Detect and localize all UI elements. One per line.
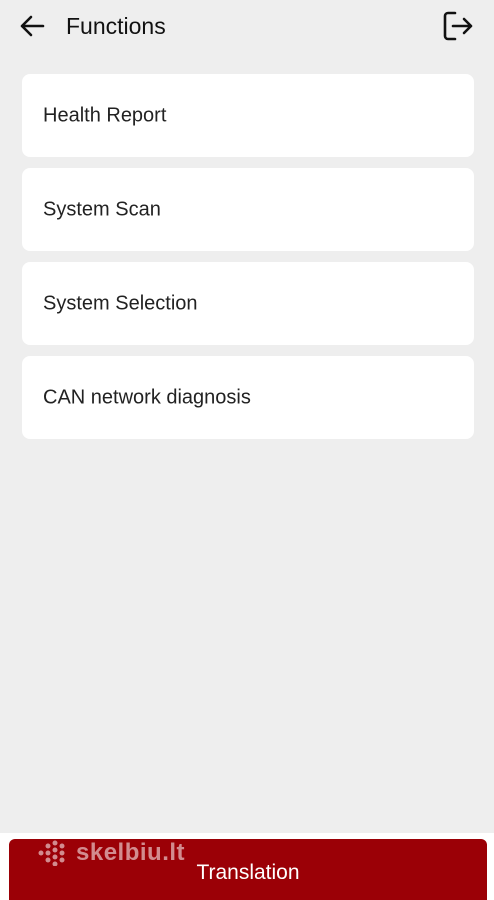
function-item-system-scan[interactable]: System Scan bbox=[22, 168, 474, 251]
function-item-system-selection[interactable]: System Selection bbox=[22, 262, 474, 345]
exit-button[interactable] bbox=[440, 8, 476, 44]
function-item-can-network-diagnosis[interactable]: CAN network diagnosis bbox=[22, 356, 474, 439]
function-list: Health Report System Scan System Selecti… bbox=[22, 74, 474, 450]
bottom-bar: Translation skelbiu.lt bbox=[0, 833, 494, 900]
logout-icon bbox=[443, 11, 473, 41]
app-header: Functions bbox=[0, 0, 494, 52]
function-item-label: System Selection bbox=[43, 292, 198, 314]
back-button[interactable] bbox=[16, 10, 48, 42]
translation-label: Translation bbox=[196, 860, 300, 884]
function-item-health-report[interactable]: Health Report bbox=[22, 74, 474, 157]
page-title: Functions bbox=[66, 13, 166, 39]
function-item-label: CAN network diagnosis bbox=[43, 386, 251, 408]
function-item-label: System Scan bbox=[43, 198, 161, 220]
translation-button[interactable]: Translation bbox=[9, 839, 487, 900]
function-item-label: Health Report bbox=[43, 104, 167, 126]
arrow-left-icon bbox=[20, 15, 45, 37]
